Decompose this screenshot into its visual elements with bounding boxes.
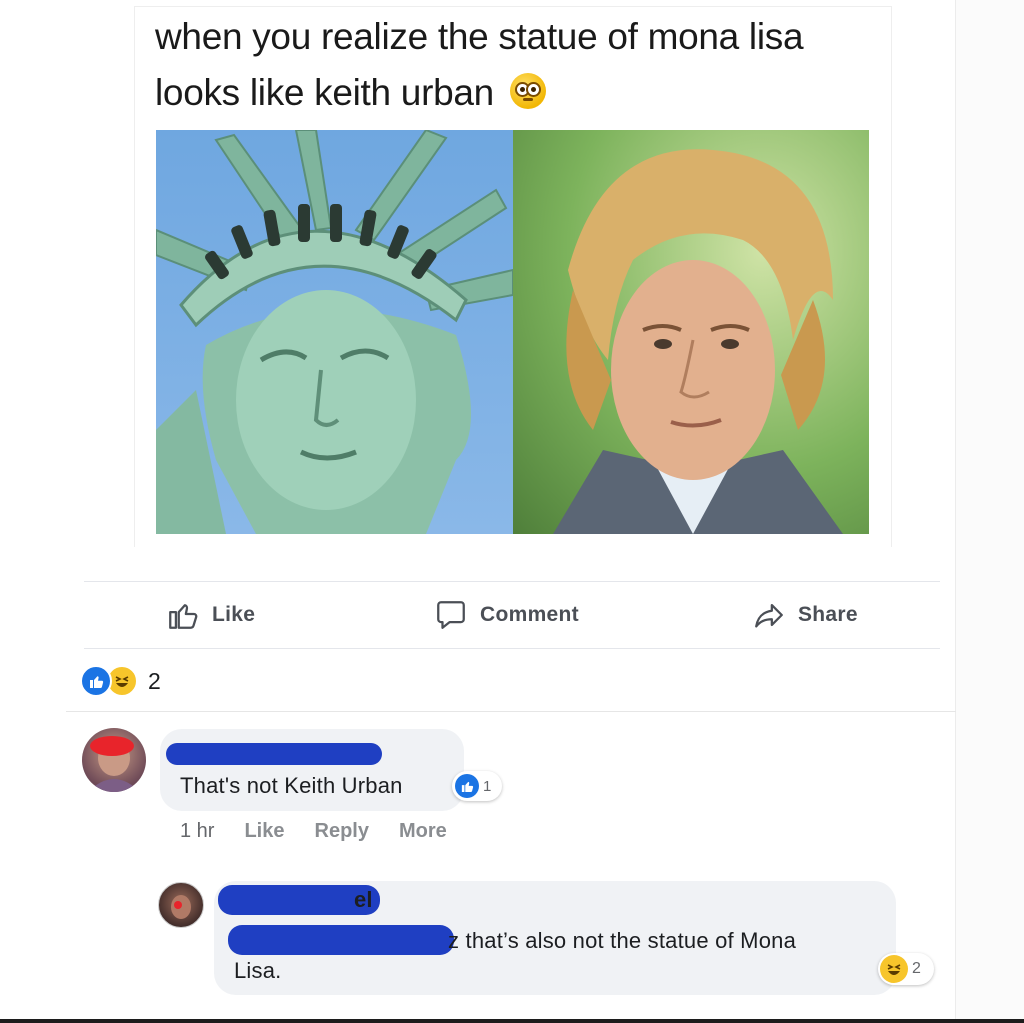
like-reaction-icon xyxy=(80,665,112,697)
share-button-label: Share xyxy=(798,603,858,626)
reply-reaction-count: 2 xyxy=(912,960,921,977)
reply-text-line-2: Lisa. xyxy=(234,958,282,983)
reply-reaction-count-badge[interactable]: 2 xyxy=(878,953,934,985)
speech-bubble-icon xyxy=(437,601,465,629)
thumbs-up-icon xyxy=(169,604,198,629)
share-arrow-icon xyxy=(755,603,783,628)
share-button[interactable]: Share xyxy=(752,582,858,648)
right-margin-strip xyxy=(955,0,1024,1023)
redacted-name xyxy=(166,743,382,765)
redacted-mention xyxy=(228,925,454,955)
haha-reaction-icon xyxy=(880,955,908,983)
like-button[interactable]: Like xyxy=(166,582,255,648)
like-reaction-icon xyxy=(455,774,479,798)
comment-bubble: That's not Keith Urban xyxy=(160,729,464,811)
bottom-edge-bar xyxy=(0,1019,1024,1023)
comment-button-label: Comment xyxy=(480,603,579,626)
man-with-blond-hair-photo xyxy=(513,130,869,534)
comment-meta: 1 hr Like Reply More xyxy=(180,820,477,843)
comment-like-count-badge[interactable]: 1 xyxy=(452,771,502,801)
meme-caption: when you realize the statue of mona lisa… xyxy=(155,9,875,121)
reply-text-line-1: z that’s also not the statue of Mona xyxy=(448,928,797,953)
statue-of-liberty-photo xyxy=(156,130,513,534)
comment-more-link[interactable]: More xyxy=(399,820,447,843)
reply-author-name-fragment: el xyxy=(354,887,373,912)
reaction-count: 2 xyxy=(148,667,161,694)
reply-avatar[interactable] xyxy=(158,882,204,928)
reply-bubble: el z that’s also not the statue of Mona … xyxy=(214,881,896,995)
divider xyxy=(66,711,956,712)
comment-like-link[interactable]: Like xyxy=(244,820,284,843)
comment-reply-link[interactable]: Reply xyxy=(315,820,369,843)
comment-text: That's not Keith Urban xyxy=(180,773,403,798)
reaction-summary[interactable]: 2 xyxy=(80,664,161,698)
comment-button[interactable]: Comment xyxy=(434,582,579,648)
like-button-label: Like xyxy=(212,603,256,626)
comment-like-count: 1 xyxy=(483,777,492,795)
meme-caption-text: when you realize the statue of mona lisa… xyxy=(155,16,804,113)
flushed-face-emoji-icon xyxy=(509,73,546,109)
commenter-avatar[interactable] xyxy=(82,728,146,792)
post-actions-bar: Like Comment Share xyxy=(84,581,940,649)
meme-image[interactable]: when you realize the statue of mona lisa… xyxy=(134,6,892,547)
comment-timestamp: 1 hr xyxy=(180,820,215,842)
